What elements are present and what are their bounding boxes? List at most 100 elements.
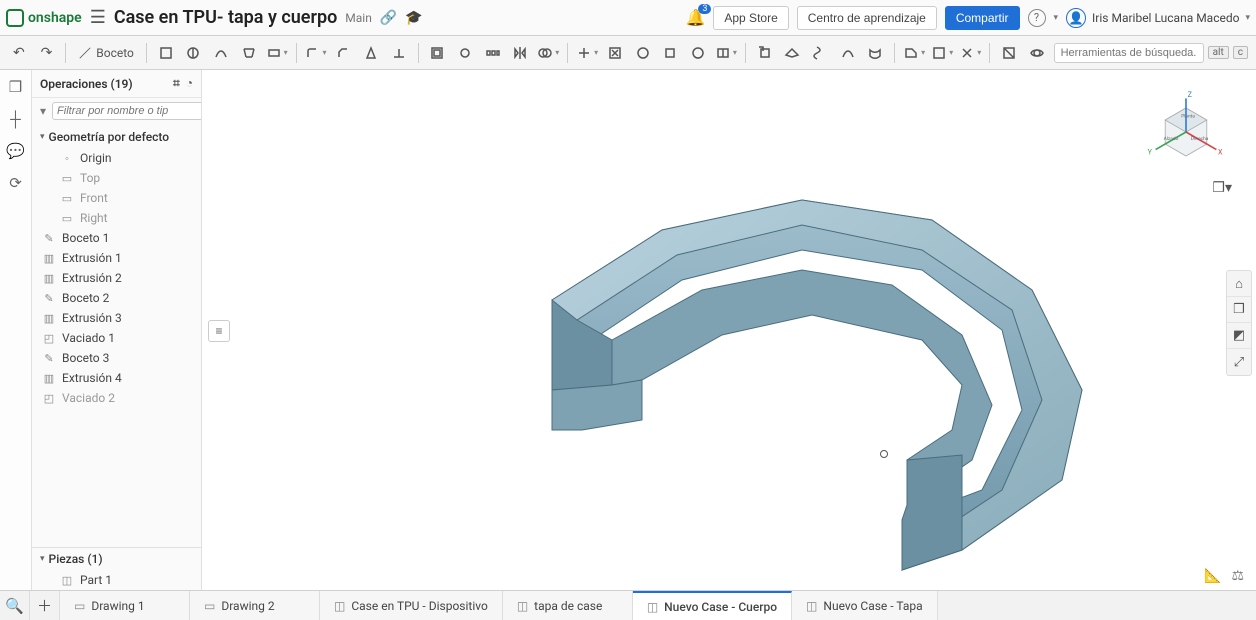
boolean-icon[interactable]	[537, 41, 559, 65]
origin-icon: ◦	[60, 152, 74, 165]
tree-feature[interactable]: ▥Extrusión 1	[32, 248, 201, 268]
notifications-icon[interactable]: 🔔3	[685, 8, 705, 27]
section-icon[interactable]: ◩	[1227, 323, 1251, 349]
redo-icon[interactable]: ↷	[36, 41, 58, 65]
toolbar: ↶ ↷ Boceto alt c	[0, 36, 1256, 70]
revolve-icon[interactable]	[183, 41, 205, 65]
sketch-button[interactable]: Boceto	[74, 44, 138, 62]
app-store-button[interactable]: App Store	[713, 6, 788, 30]
modify-fillet-icon[interactable]	[632, 41, 654, 65]
split-icon[interactable]	[715, 41, 737, 65]
sweep-icon[interactable]	[210, 41, 232, 65]
home-view-icon[interactable]: ⌂	[1227, 271, 1251, 297]
plane-icon[interactable]	[782, 41, 804, 65]
helix-icon[interactable]	[809, 41, 831, 65]
svg-text:Planta: Planta	[1181, 114, 1195, 120]
brand-text: onshape	[28, 10, 82, 26]
measure-icon[interactable]: 📐	[1204, 568, 1221, 584]
tree-feature[interactable]: ✎Boceto 1	[32, 228, 201, 248]
tree-origin[interactable]: ◦Origin	[32, 148, 201, 168]
share-button[interactable]: Compartir	[945, 6, 1020, 30]
document-title[interactable]: Case en TPU- tapa y cuerpo	[114, 7, 337, 28]
variable-icon[interactable]	[959, 41, 981, 65]
shell-icon[interactable]	[426, 41, 448, 65]
svg-text:Derecha: Derecha	[1191, 136, 1209, 142]
svg-text:Z: Z	[1188, 90, 1193, 99]
tab-add-icon[interactable]: ＋	[30, 591, 60, 620]
tab-part-tapa2[interactable]: ◫Nuevo Case - Tapa	[792, 591, 938, 620]
delete-face-icon[interactable]	[604, 41, 626, 65]
drawing-icon: ▭	[74, 599, 85, 613]
pattern-linear-icon[interactable]	[482, 41, 504, 65]
default-geometry-node[interactable]: ▾ Geometría por defecto	[32, 126, 201, 148]
extrude-icon[interactable]	[155, 41, 177, 65]
partstudio-icon: ◫	[647, 600, 658, 614]
tab-part-tapa[interactable]: ◫tapa de case	[503, 591, 633, 620]
help-icon[interactable]: ?	[1028, 9, 1046, 27]
hole-icon[interactable]	[454, 41, 476, 65]
frame-icon[interactable]	[931, 41, 953, 65]
isometric-icon[interactable]: ❒	[1227, 297, 1251, 323]
parts-section[interactable]: ▾ Piezas (1)	[32, 548, 201, 570]
tab-search-icon[interactable]: 🔍	[0, 591, 30, 620]
section-view-icon[interactable]	[998, 41, 1020, 65]
transform-icon[interactable]	[576, 41, 598, 65]
funnel-icon[interactable]: ▾	[40, 104, 46, 118]
features-camera-icon[interactable]: ⌗	[173, 76, 180, 91]
rib-icon[interactable]	[388, 41, 410, 65]
chamfer-icon[interactable]	[333, 41, 355, 65]
tree-feature[interactable]: ▥Extrusión 2	[32, 268, 201, 288]
tree-front-plane[interactable]: ▭Front	[32, 188, 201, 208]
partstudio-icon: ◫	[517, 599, 528, 613]
search-input[interactable]	[1054, 43, 1204, 63]
help-caret-icon[interactable]: ▾	[1054, 13, 1059, 23]
tree-feature[interactable]: ◰Vaciado 1	[32, 328, 201, 348]
tree-right-plane[interactable]: ▭Right	[32, 208, 201, 228]
document-menu-icon[interactable]: ☰	[90, 7, 106, 28]
sheet-metal-icon[interactable]	[903, 41, 925, 65]
user-menu[interactable]: 👤 Iris Maribel Lucana Macedo ▾	[1066, 8, 1250, 28]
brand-logo[interactable]: onshape	[6, 9, 82, 27]
tree-feature[interactable]: ✎Boceto 2	[32, 288, 201, 308]
loft-icon[interactable]	[238, 41, 260, 65]
zoom-fit-icon[interactable]: ⤢	[1227, 349, 1251, 375]
replace-face-icon[interactable]	[687, 41, 709, 65]
tab-drawing-2[interactable]: ▭Drawing 2	[190, 591, 320, 620]
tab-part-device[interactable]: ◫Case en TPU - Dispositivo	[320, 591, 503, 620]
rail-comments-icon[interactable]: 💬	[6, 142, 25, 160]
link-icon[interactable]: 🔗	[380, 10, 397, 26]
view-menu-icon[interactable]: ❒▾	[1212, 180, 1232, 196]
tree-feature[interactable]: ▥Extrusión 4	[32, 368, 201, 388]
tab-part-cuerpo[interactable]: ◫Nuevo Case - Cuerpo	[633, 591, 792, 620]
feature-filter-input[interactable]	[52, 102, 202, 120]
show-hide-icon[interactable]	[1026, 41, 1048, 65]
branch-label[interactable]: Main	[345, 11, 372, 25]
derived-icon[interactable]	[754, 41, 776, 65]
tree-feature[interactable]: ▥Extrusión 3	[32, 308, 201, 328]
viewport[interactable]: ≡	[202, 70, 1256, 590]
tree-collapse-icon[interactable]: ≡	[208, 320, 230, 342]
view-cube[interactable]: Z X Y Planta Derecha Alzado	[1146, 88, 1226, 168]
draft-icon[interactable]	[360, 41, 382, 65]
curve-icon[interactable]	[837, 41, 859, 65]
undo-icon[interactable]: ↶	[8, 41, 30, 65]
features-timer-icon[interactable]: ◔	[186, 76, 193, 91]
tree-feature[interactable]: ✎Boceto 3	[32, 348, 201, 368]
rail-add-feature-icon[interactable]: ┼	[10, 110, 21, 128]
rail-cube-icon[interactable]: ❒	[9, 78, 22, 96]
mirror-icon[interactable]	[510, 41, 532, 65]
move-face-icon[interactable]	[660, 41, 682, 65]
feature-tree[interactable]: ▾ Geometría por defecto ◦Origin ▭Top ▭Fr…	[32, 124, 201, 547]
learning-center-button[interactable]: Centro de aprendizaje	[797, 6, 937, 30]
graduation-icon[interactable]: 🎓	[405, 10, 422, 26]
tree-feature[interactable]: ◰Vaciado 2	[32, 388, 201, 408]
thicken-icon[interactable]	[266, 41, 288, 65]
surface-icon[interactable]	[865, 41, 887, 65]
part-item[interactable]: ◫Part 1	[32, 570, 201, 590]
tree-top-plane[interactable]: ▭Top	[32, 168, 201, 188]
rail-history-icon[interactable]: ⟳	[9, 174, 22, 192]
tab-drawing-1[interactable]: ▭Drawing 1	[60, 591, 190, 620]
mass-props-icon[interactable]: ⚖	[1231, 568, 1244, 584]
sketch-icon: ✎	[42, 352, 56, 365]
fillet-icon[interactable]	[304, 41, 326, 65]
